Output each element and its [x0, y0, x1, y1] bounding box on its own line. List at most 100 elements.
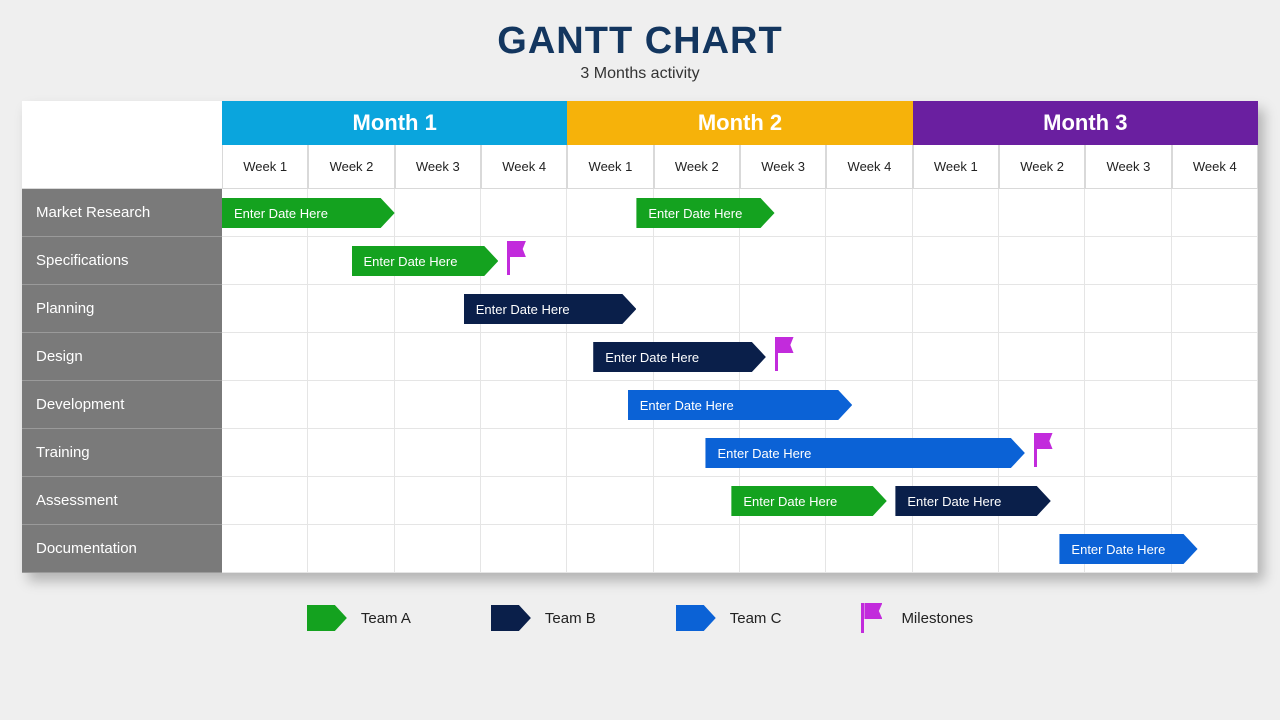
- grid-cell: [999, 381, 1085, 429]
- grid-cell: [222, 381, 308, 429]
- grid-cell: [308, 477, 394, 525]
- gantt-rows: Market ResearchSpecificationsPlanningDes…: [22, 189, 1258, 573]
- gantt-bar[interactable]: Enter Date Here: [222, 198, 395, 228]
- grid-cell: [826, 237, 912, 285]
- task-label: Design: [22, 333, 222, 381]
- table-row: Specifications: [22, 237, 1258, 285]
- grid-cell: [395, 381, 481, 429]
- legend-item-milestones: Milestones: [861, 603, 973, 633]
- page-title: GANTT CHART: [0, 20, 1280, 63]
- gantt-bar[interactable]: Enter Date Here: [731, 486, 886, 516]
- grid-cell: [913, 333, 999, 381]
- grid-cell: [1085, 333, 1171, 381]
- grid-cell: [481, 381, 567, 429]
- grid-cell: [1085, 189, 1171, 237]
- week-header: Week 4: [1172, 145, 1258, 189]
- task-label: Training: [22, 429, 222, 477]
- gantt-bar[interactable]: Enter Date Here: [628, 390, 852, 420]
- grid-cell: [567, 429, 653, 477]
- week-header: Week 1: [913, 145, 999, 189]
- grid-cell: [654, 237, 740, 285]
- grid-cell: [308, 525, 394, 573]
- grid-cell: [913, 189, 999, 237]
- row-cells: [222, 285, 1258, 333]
- gantt-bar[interactable]: Enter Date Here: [1059, 534, 1197, 564]
- week-header: Week 4: [826, 145, 912, 189]
- legend-item-team-c: Team C: [676, 605, 782, 631]
- grid-cell: [913, 525, 999, 573]
- month-header-1: Month 1: [222, 101, 567, 145]
- grid-cell: [222, 429, 308, 477]
- grid-cell: [999, 333, 1085, 381]
- grid-cell: [1172, 237, 1258, 285]
- week-header: Week 3: [1085, 145, 1171, 189]
- grid-cell: [308, 381, 394, 429]
- month-header-row: Month 1 Month 2 Month 3: [22, 101, 1258, 145]
- legend-label: Milestones: [901, 610, 973, 627]
- grid-cell: [567, 237, 653, 285]
- grid-cell: [999, 285, 1085, 333]
- gantt-bar[interactable]: Enter Date Here: [895, 486, 1050, 516]
- grid-cell: [826, 525, 912, 573]
- grid-cell: [913, 285, 999, 333]
- week-header: Week 4: [481, 145, 567, 189]
- milestone-flag-icon: [1034, 433, 1056, 467]
- grid-cell: [395, 429, 481, 477]
- week-header: Week 2: [999, 145, 1085, 189]
- grid-cell: [481, 525, 567, 573]
- grid-cell: [308, 429, 394, 477]
- grid-cell: [308, 285, 394, 333]
- month-header-2: Month 2: [567, 101, 912, 145]
- table-row: Assessment: [22, 477, 1258, 525]
- grid-cell: [1172, 333, 1258, 381]
- grid-cell: [654, 525, 740, 573]
- legend-label: Team A: [361, 610, 411, 627]
- gantt-bar[interactable]: Enter Date Here: [352, 246, 499, 276]
- gantt-bar[interactable]: Enter Date Here: [636, 198, 774, 228]
- grid-cell: [826, 333, 912, 381]
- legend-item-team-b: Team B: [491, 605, 596, 631]
- page-subtitle: 3 Months activity: [0, 65, 1280, 83]
- legend-label: Team C: [730, 610, 782, 627]
- table-row: Planning: [22, 285, 1258, 333]
- arrow-swatch-icon: [676, 605, 716, 631]
- grid-cell: [1085, 285, 1171, 333]
- arrow-swatch-icon: [491, 605, 531, 631]
- grid-cell: [913, 237, 999, 285]
- grid-cell: [1172, 381, 1258, 429]
- week-header: Week 3: [395, 145, 481, 189]
- week-header: Week 2: [654, 145, 740, 189]
- grid-cell: [308, 333, 394, 381]
- gantt-chart: Month 1 Month 2 Month 3 Week 1 Week 2 We…: [22, 101, 1258, 573]
- flag-icon: [861, 603, 887, 633]
- grid-cell: [740, 525, 826, 573]
- grid-cell: [222, 237, 308, 285]
- header-stub: [22, 101, 222, 145]
- task-label: Documentation: [22, 525, 222, 573]
- legend-label: Team B: [545, 610, 596, 627]
- gantt-bar[interactable]: Enter Date Here: [593, 342, 766, 372]
- grid-cell: [1172, 285, 1258, 333]
- grid-cell: [740, 237, 826, 285]
- task-label: Market Research: [22, 189, 222, 237]
- week-header: Week 1: [567, 145, 653, 189]
- grid-cell: [481, 333, 567, 381]
- grid-cell: [826, 189, 912, 237]
- grid-cell: [395, 189, 481, 237]
- task-label: Assessment: [22, 477, 222, 525]
- legend-item-team-a: Team A: [307, 605, 411, 631]
- grid-cell: [222, 333, 308, 381]
- grid-cell: [999, 189, 1085, 237]
- gantt-bar[interactable]: Enter Date Here: [464, 294, 637, 324]
- milestone-flag-icon: [775, 337, 797, 371]
- grid-cell: [567, 477, 653, 525]
- grid-cell: [740, 285, 826, 333]
- grid-cell: [654, 477, 740, 525]
- grid-cell: [222, 285, 308, 333]
- grid-cell: [1172, 477, 1258, 525]
- grid-cell: [395, 525, 481, 573]
- task-label: Specifications: [22, 237, 222, 285]
- table-row: Training: [22, 429, 1258, 477]
- gantt-bar[interactable]: Enter Date Here: [705, 438, 1024, 468]
- grid-cell: [567, 525, 653, 573]
